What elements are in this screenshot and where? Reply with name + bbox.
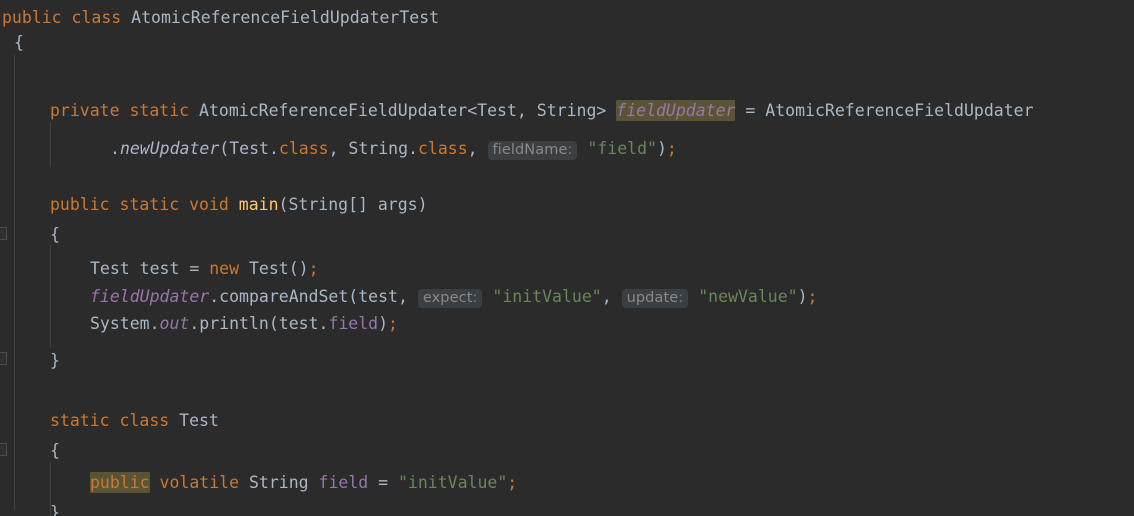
code-token: ; xyxy=(807,287,818,306)
code-token: AtomicReferenceFieldUpdater<Test, String… xyxy=(199,101,617,120)
code-token: out xyxy=(159,314,190,333)
code-token: "newValue" xyxy=(698,287,798,306)
code-token: static xyxy=(119,195,180,214)
code-token: class xyxy=(119,411,170,430)
code-token: ; xyxy=(388,314,398,333)
parameter-hint: expect: xyxy=(417,289,483,308)
code-token: volatile xyxy=(159,473,240,492)
code-token: AtomicReferenceFieldUpdaterTest xyxy=(131,8,440,27)
code-token: static xyxy=(50,411,110,430)
code-token: = xyxy=(368,473,398,492)
code-token: } xyxy=(50,503,60,516)
code-line[interactable] xyxy=(0,375,50,400)
code-token: { xyxy=(14,33,24,52)
code-editor[interactable]: public class AtomicReferenceFieldUpdater… xyxy=(0,0,1134,516)
code-token: public xyxy=(50,195,110,214)
code-token: "initValue" xyxy=(398,473,508,492)
code-token: ) xyxy=(656,139,667,158)
code-token: fieldUpdater xyxy=(90,287,210,306)
code-line[interactable] xyxy=(0,55,14,80)
code-token: (Test. xyxy=(219,139,279,158)
code-line[interactable]: { xyxy=(0,438,60,463)
code-token: = xyxy=(735,101,766,120)
code-token: ; xyxy=(308,259,319,278)
code-token: newUpdater xyxy=(119,139,220,158)
code-token: { xyxy=(50,225,60,244)
code-token: .compareAndSet(test, xyxy=(209,287,418,306)
code-token: class xyxy=(417,139,468,158)
code-token: String xyxy=(248,473,309,492)
highlighted-token: public xyxy=(90,472,150,493)
code-line[interactable]: public volatile String field = "initValu… xyxy=(0,470,517,495)
code-token: AtomicReferenceFieldUpdater xyxy=(765,101,1034,120)
code-token: , xyxy=(467,139,488,158)
code-token: , String. xyxy=(328,139,418,158)
code-line[interactable]: static class Test xyxy=(0,408,219,433)
code-line[interactable]: { xyxy=(0,30,24,55)
code-token: Test() xyxy=(239,259,309,278)
code-token: class xyxy=(71,8,122,27)
code-token: .println(test. xyxy=(189,314,329,333)
code-token: class xyxy=(278,139,329,158)
highlighted-token: fieldUpdater xyxy=(616,100,736,121)
code-token: { xyxy=(50,441,60,460)
code-token: Test test = xyxy=(90,259,210,278)
code-line[interactable] xyxy=(0,161,50,186)
code-line[interactable]: { xyxy=(0,222,60,247)
code-line[interactable]: Test test = new Test(); xyxy=(0,256,319,281)
code-token: field xyxy=(328,314,379,333)
code-token: private xyxy=(50,101,120,120)
code-token: ; xyxy=(507,473,518,492)
code-token: main xyxy=(238,195,279,214)
code-line[interactable]: fieldUpdater.compareAndSet(test, expect:… xyxy=(0,284,817,309)
code-token: ) xyxy=(378,314,389,333)
code-line[interactable]: System.out.println(test.field); xyxy=(0,311,398,336)
code-token: field xyxy=(318,473,369,492)
code-line[interactable]: public static void main(String[] args) xyxy=(0,192,428,217)
parameter-hint: update: xyxy=(621,289,689,308)
code-token: "initValue" xyxy=(492,287,602,306)
code-line[interactable]: } xyxy=(0,500,60,516)
code-token: ; xyxy=(666,139,677,158)
code-line[interactable]: } xyxy=(0,348,60,373)
code-token: System. xyxy=(90,314,160,333)
code-token: . xyxy=(110,139,120,158)
code-token: new xyxy=(209,259,240,278)
code-line[interactable]: private static AtomicReferenceFieldUpdat… xyxy=(0,98,1034,123)
code-token: } xyxy=(50,351,60,370)
code-token: ) xyxy=(797,287,808,306)
parameter-hint: fieldName: xyxy=(487,141,578,160)
code-line[interactable]: public class AtomicReferenceFieldUpdater… xyxy=(0,5,439,30)
code-line[interactable]: .newUpdater(Test.class, String.class, fi… xyxy=(0,136,677,161)
code-token: public xyxy=(2,8,62,27)
code-token: Test xyxy=(179,411,219,430)
code-token: "field" xyxy=(587,139,657,158)
code-token: void xyxy=(189,195,229,214)
code-token: static xyxy=(129,101,190,120)
code-token: (String[] args) xyxy=(278,195,428,214)
code-token: , xyxy=(601,287,622,306)
